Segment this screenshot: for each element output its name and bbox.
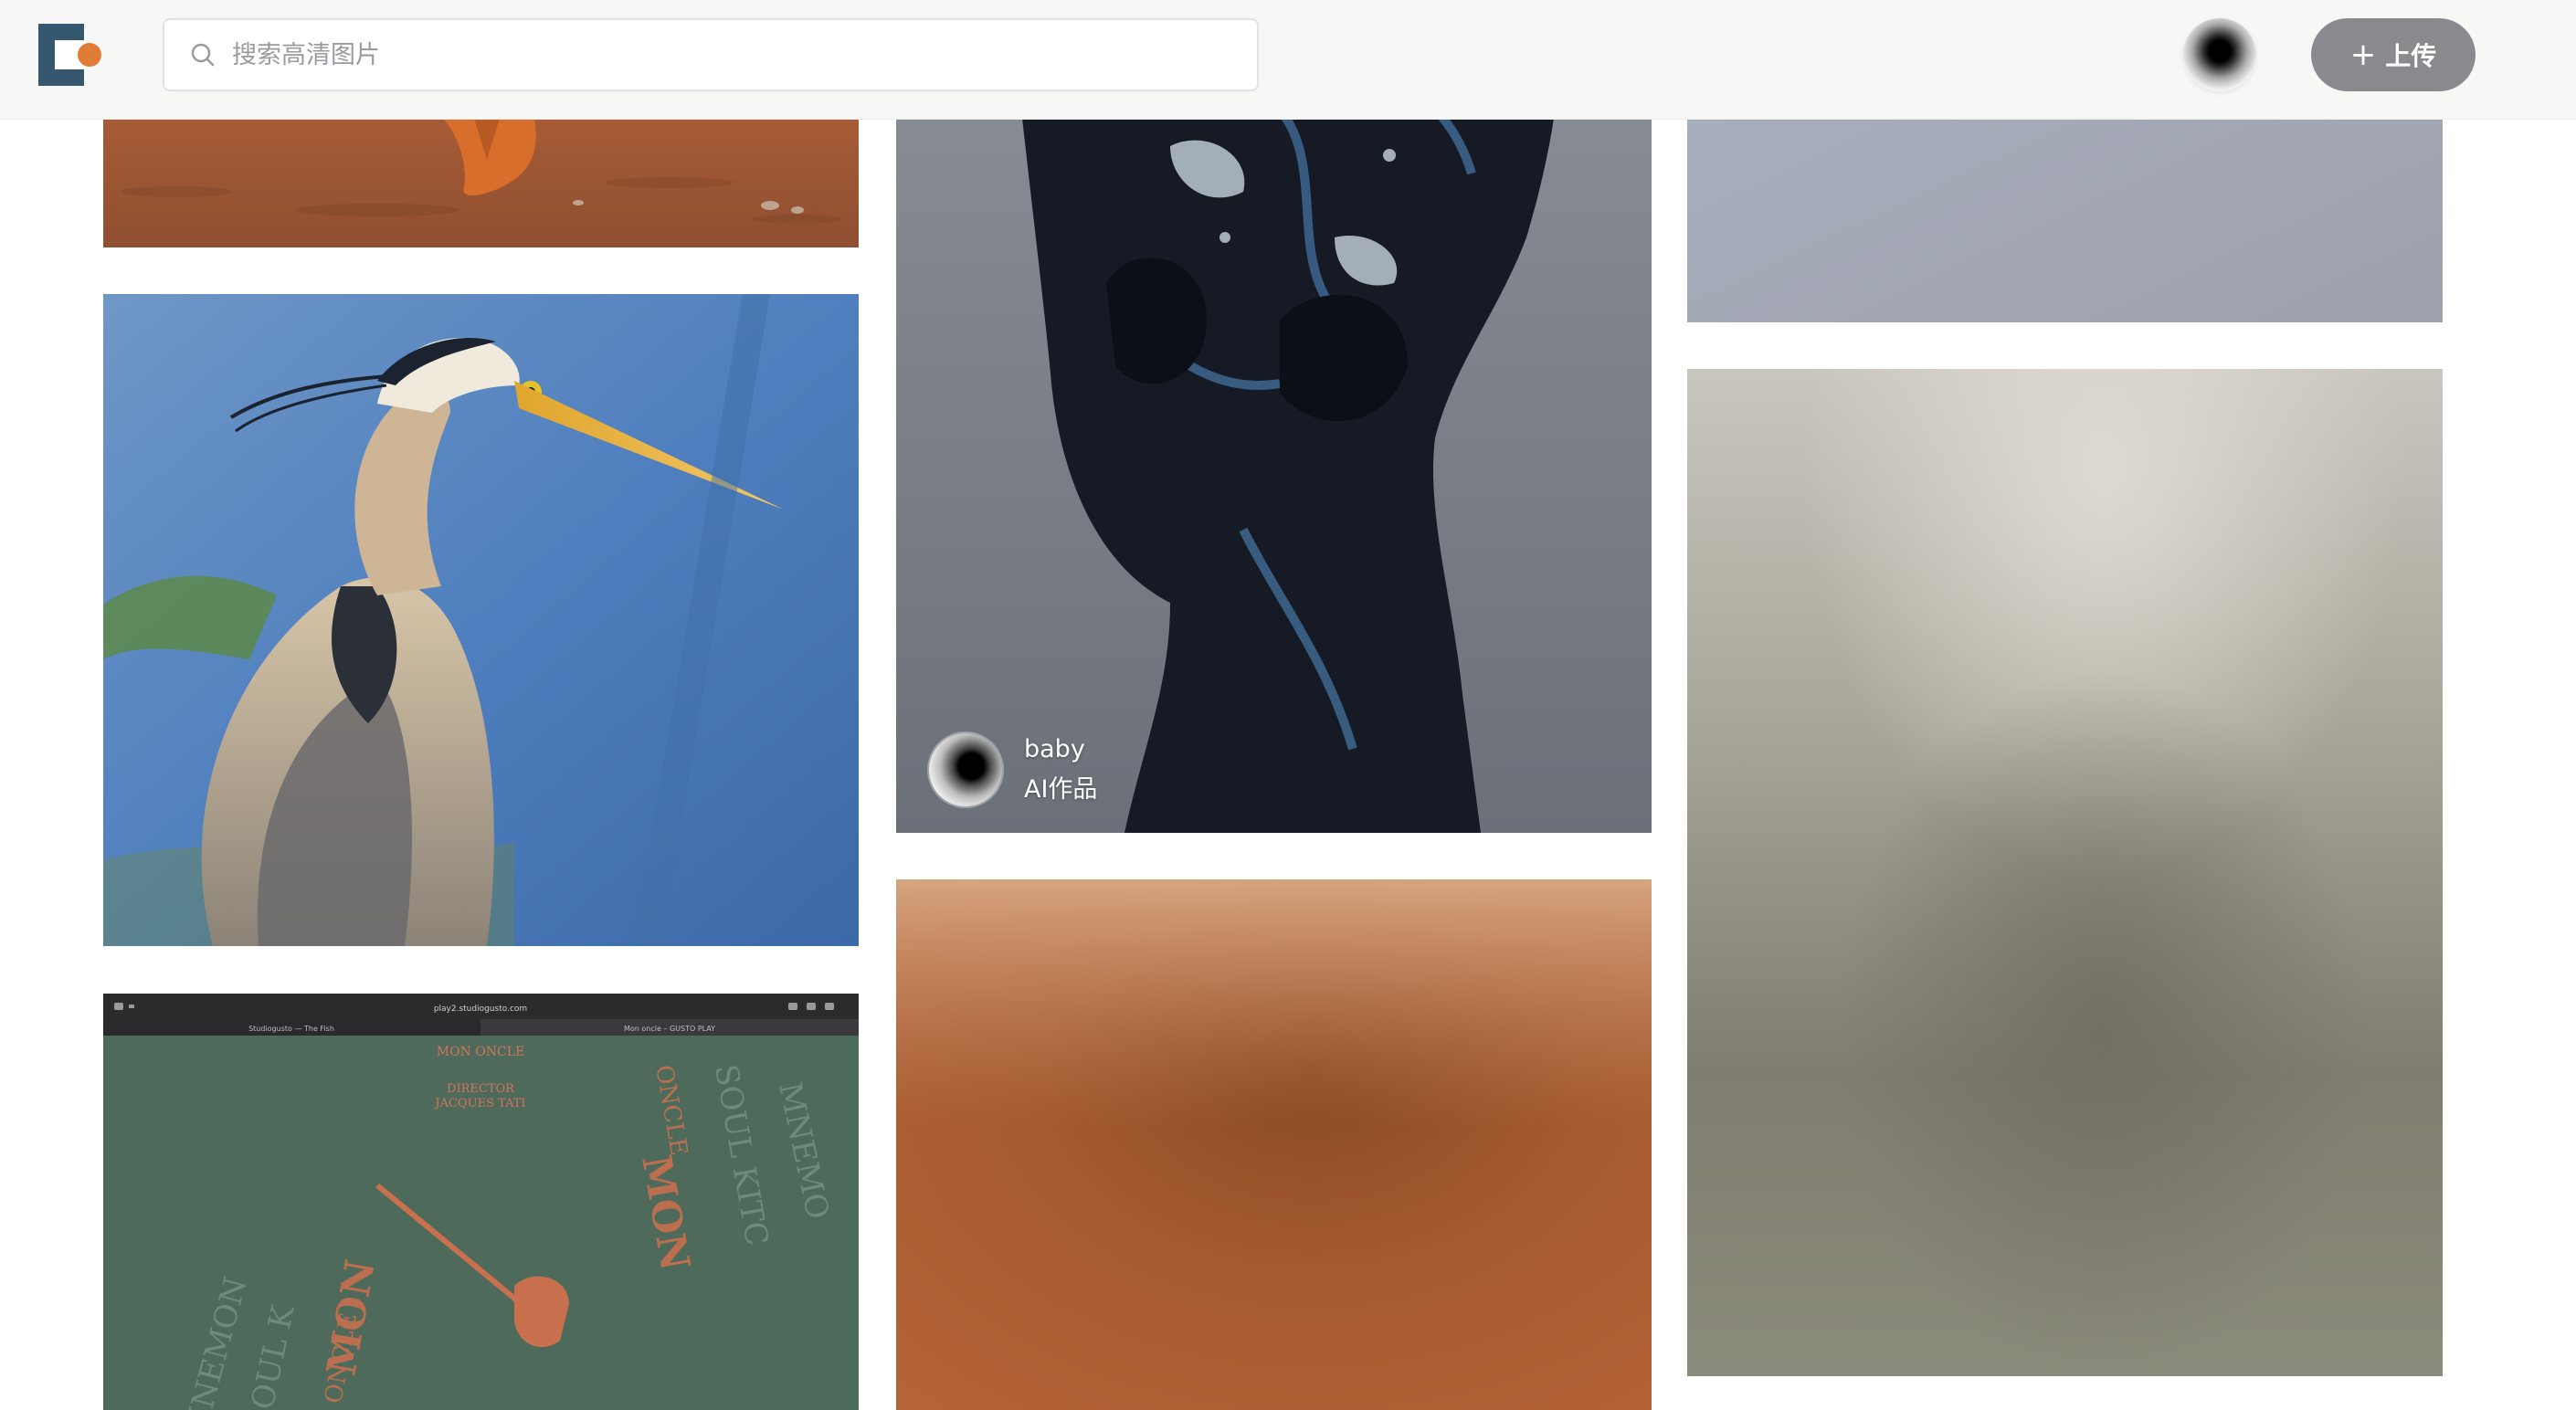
mon-oncle-director-label: DIRECTOR [447,1082,515,1096]
browser-tab-2: Mon oncle – GUSTO PLAY [624,1025,715,1033]
search-input[interactable] [230,39,1235,70]
sculpture-photo [896,0,1652,833]
mon-oncle-director-name: JACQUES TATI [433,1097,525,1110]
search-bar[interactable] [163,18,1259,91]
author-info: baby AI作品 [1024,732,1097,807]
grey-blur-photo [1687,369,2443,1376]
photo-card-sculpture[interactable]: baby AI作品 [896,0,1652,833]
upload-button-label: 上传 [2385,41,2437,71]
mon-oncle-title: MON ONCLE [437,1045,524,1059]
orange-blur-photo [896,879,1652,1410]
upload-button[interactable]: + 上传 [2311,18,2476,91]
photo-card-mon-oncle[interactable]: play2.studiogusto.com Studiogusto — The … [103,994,859,1410]
plus-icon: + [2349,37,2377,73]
site-logo[interactable] [38,24,104,86]
top-header: + 上传 [0,0,2576,120]
photo-card-heron[interactable] [103,294,859,946]
search-icon [191,43,215,67]
photo-card-orange-blur[interactable] [896,879,1652,1410]
browser-url: play2.studiogusto.com [434,1005,527,1014]
author-tag: AI作品 [1024,775,1098,804]
image-gallery: play2.studiogusto.com Studiogusto — The … [0,0,2576,1410]
author-avatar[interactable] [929,733,1002,806]
heron-photo [103,294,859,946]
browser-tab-1: Studiogusto — The Fish [248,1025,334,1033]
author-overlay[interactable]: baby AI作品 [929,732,1097,807]
author-name[interactable]: baby [1024,732,1097,767]
photo-card-grey-blur[interactable] [1687,369,2443,1376]
mon-oncle-screenshot: play2.studiogusto.com Studiogusto — The … [103,994,859,1410]
user-avatar[interactable] [2183,18,2256,91]
